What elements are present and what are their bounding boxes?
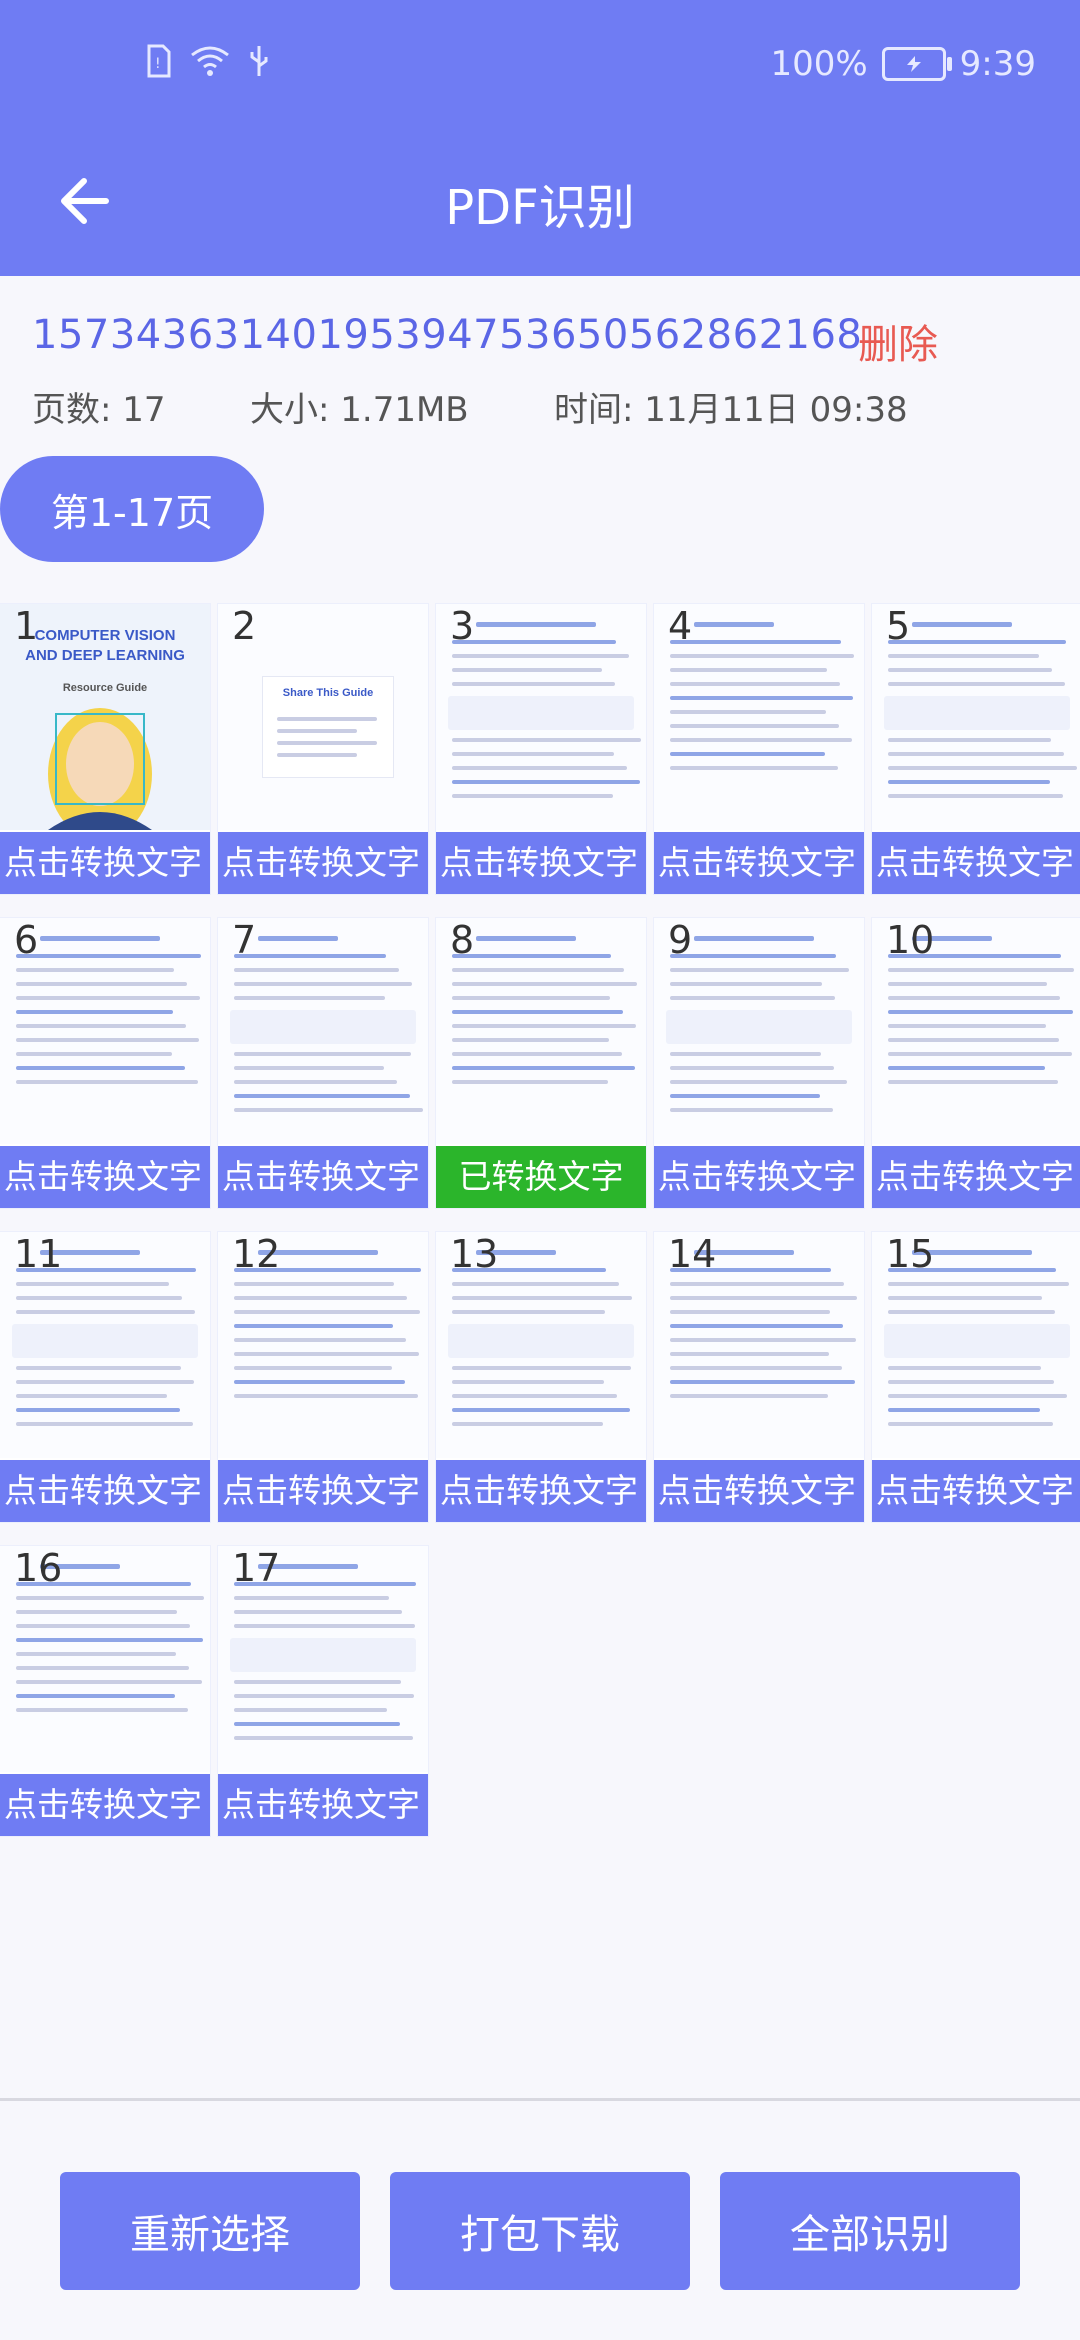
convert-to-text-button[interactable]: 点击转换文字 <box>0 1146 210 1208</box>
usb-icon <box>250 46 268 76</box>
share-box: Share This Guide <box>262 676 394 778</box>
sim-card-icon: ! <box>147 44 171 78</box>
status-bar: ! 100% 9:39 <box>0 0 1080 130</box>
page-number: 9 <box>668 918 693 962</box>
convert-to-text-button[interactable]: 点击转换文字 <box>218 1774 428 1836</box>
page-number: 14 <box>668 1232 717 1276</box>
battery-charging-icon <box>881 47 952 81</box>
convert-to-text-button[interactable]: 点击转换文字 <box>654 1146 864 1208</box>
page-number: 1 <box>14 604 39 648</box>
page-tile[interactable]: 10 点击转换文字 <box>872 918 1080 1208</box>
reselect-button[interactable]: 重新选择 <box>60 2172 360 2290</box>
bottom-divider <box>0 2098 1080 2101</box>
convert-to-text-button[interactable]: 点击转换文字 <box>436 832 646 894</box>
page-number: 8 <box>450 918 475 962</box>
recognize-all-button[interactable]: 全部识别 <box>720 2172 1020 2290</box>
convert-to-text-button[interactable]: 点击转换文字 <box>654 832 864 894</box>
document-info: 15734363140195394753650562862168 删除 页数: … <box>0 276 1080 446</box>
page-number: 13 <box>450 1232 499 1276</box>
page-number: 2 <box>232 604 257 648</box>
page-tile[interactable]: 14 点击转换文字 <box>654 1232 864 1522</box>
convert-to-text-button[interactable]: 点击转换文字 <box>218 1460 428 1522</box>
page-number: 3 <box>450 604 475 648</box>
page-tile[interactable]: 7 点击转换文字 <box>218 918 428 1208</box>
page-tile[interactable]: 16 点击转换文字 <box>0 1546 210 1836</box>
page-number: 12 <box>232 1232 281 1276</box>
page-tile[interactable]: 15 点击转换文字 <box>872 1232 1080 1522</box>
page-tile[interactable]: 8 已转换文字 <box>436 918 646 1208</box>
page-number: 7 <box>232 918 257 962</box>
convert-to-text-button[interactable]: 点击转换文字 <box>872 1460 1080 1522</box>
page-tile[interactable]: COMPUTER VISION AND DEEP LEARNING Resource… <box>0 604 210 894</box>
converted-label[interactable]: 已转换文字 <box>436 1146 646 1208</box>
page-number: 15 <box>886 1232 935 1276</box>
page-tile[interactable]: 11 点击转换文字 <box>0 1232 210 1522</box>
convert-to-text-button[interactable]: 点击转换文字 <box>872 832 1080 894</box>
page-range-tab[interactable]: 第1-17页 <box>0 456 264 562</box>
page-number: 17 <box>232 1546 281 1590</box>
page-number: 5 <box>886 604 911 648</box>
convert-to-text-button[interactable]: 点击转换文字 <box>872 1146 1080 1208</box>
convert-to-text-button[interactable]: 点击转换文字 <box>218 1146 428 1208</box>
convert-to-text-button[interactable]: 点击转换文字 <box>436 1460 646 1522</box>
page-number: 10 <box>886 918 935 962</box>
delete-button[interactable]: 删除 <box>858 312 938 370</box>
app-header: ! 100% 9:39 PDF识别 <box>0 0 1080 276</box>
wifi-icon <box>191 46 229 76</box>
page-number: 16 <box>14 1546 63 1590</box>
page-tile[interactable]: 6 点击转换文字 <box>0 918 210 1208</box>
page-tile[interactable]: 13 点击转换文字 <box>436 1232 646 1522</box>
page-tile[interactable]: 17 点击转换文字 <box>218 1546 428 1836</box>
convert-to-text-button[interactable]: 点击转换文字 <box>654 1460 864 1522</box>
convert-to-text-button[interactable]: 点击转换文字 <box>0 1460 210 1522</box>
page-count: 页数: 17 <box>32 390 166 430</box>
page-tile[interactable]: 9 点击转换文字 <box>654 918 864 1208</box>
battery-percent: 100% <box>770 44 868 84</box>
upload-time: 时间: 11月11日 09:38 <box>554 390 908 430</box>
status-time: 9:39 <box>959 44 1036 84</box>
page-title: PDF识别 <box>445 180 635 236</box>
convert-to-text-button[interactable]: 点击转换文字 <box>0 1774 210 1836</box>
page-tile[interactable]: 3 点击转换文字 <box>436 604 646 894</box>
convert-to-text-button[interactable]: 点击转换文字 <box>218 832 428 894</box>
page-number: 4 <box>668 604 693 648</box>
page-tile[interactable]: 5 点击转换文字 <box>872 604 1080 894</box>
page-number: 11 <box>14 1232 63 1276</box>
convert-to-text-button[interactable]: 点击转换文字 <box>0 832 210 894</box>
file-size: 大小: 1.71MB <box>250 390 469 430</box>
page-tile[interactable]: Share This Guide 2 点击转换文字 <box>218 604 428 894</box>
page-number: 6 <box>14 918 39 962</box>
page-tile[interactable]: 4 点击转换文字 <box>654 604 864 894</box>
package-download-button[interactable]: 打包下载 <box>390 2172 690 2290</box>
document-name: 15734363140195394753650562862168 <box>32 312 863 358</box>
svg-text:!: ! <box>155 56 161 72</box>
title-bar: PDF识别 <box>0 130 1080 276</box>
page-tile[interactable]: 12 点击转换文字 <box>218 1232 428 1522</box>
